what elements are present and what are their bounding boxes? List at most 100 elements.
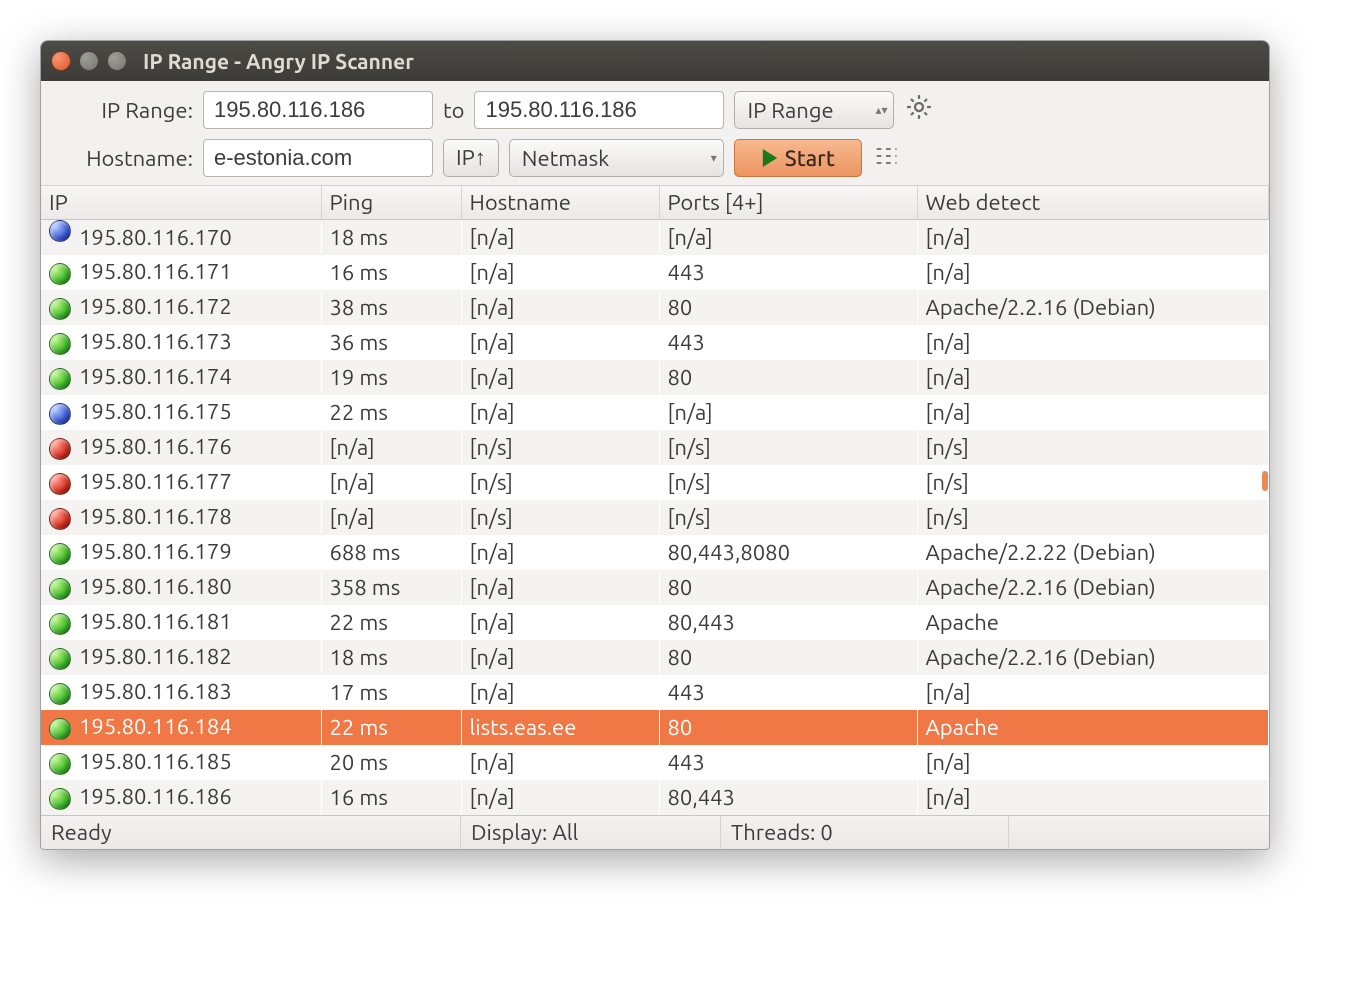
- table-row[interactable]: 195.80.116.18218 ms[n/a]80Apache/2.2.16 …: [41, 640, 1269, 675]
- table-row[interactable]: 195.80.116.18520 ms[n/a]443[n/a]: [41, 745, 1269, 780]
- cell-web: Apache/2.2.16 (Debian): [917, 570, 1269, 605]
- cell-ip: 195.80.116.183: [79, 679, 232, 704]
- cell-web: Apache: [917, 710, 1269, 745]
- table-row[interactable]: 195.80.116.17018 ms[n/a][n/a][n/a]: [41, 220, 1269, 255]
- feeder-select-label: IP Range: [747, 98, 833, 123]
- col-ping[interactable]: Ping: [321, 186, 461, 220]
- cell-hostname: [n/a]: [461, 780, 659, 815]
- chevron-down-icon: ▾: [711, 151, 717, 165]
- table-row[interactable]: 195.80.116.18422 mslists.eas.ee80Apache: [41, 710, 1269, 745]
- cell-ping: 22 ms: [321, 395, 461, 430]
- cell-ping: 16 ms: [321, 255, 461, 290]
- cell-ip: 195.80.116.181: [79, 609, 232, 634]
- cell-hostname: [n/a]: [461, 220, 659, 255]
- close-icon[interactable]: [51, 51, 71, 71]
- table-row[interactable]: 195.80.116.179688 ms[n/a]80,443,8080Apac…: [41, 535, 1269, 570]
- ip-from-input[interactable]: [203, 91, 433, 129]
- ip-up-button[interactable]: IP↑: [443, 139, 499, 177]
- cell-ip: 195.80.116.177: [79, 469, 232, 494]
- netmask-select-label: Netmask: [522, 146, 609, 171]
- table-row[interactable]: 195.80.116.18616 ms[n/a]80,443[n/a]: [41, 780, 1269, 815]
- ip-to-input[interactable]: [474, 91, 724, 129]
- netmask-select[interactable]: Netmask ▾: [509, 139, 724, 177]
- cell-ip: 195.80.116.173: [79, 329, 232, 354]
- status-red-icon: [49, 438, 71, 460]
- titlebar[interactable]: IP Range - Angry IP Scanner: [41, 41, 1269, 81]
- table-row[interactable]: 195.80.116.180358 ms[n/a]80Apache/2.2.16…: [41, 570, 1269, 605]
- cell-ping: 16 ms: [321, 780, 461, 815]
- table-row[interactable]: 195.80.116.178[n/a][n/s][n/s][n/s]: [41, 500, 1269, 535]
- maximize-icon[interactable]: [107, 51, 127, 71]
- cell-ping: 18 ms: [321, 220, 461, 255]
- cell-ip: 195.80.116.172: [79, 294, 232, 319]
- gear-icon[interactable]: [904, 92, 934, 128]
- cell-web: [n/a]: [917, 395, 1269, 430]
- cell-ports: 80,443,8080: [659, 535, 917, 570]
- cell-ip: 195.80.116.175: [79, 399, 232, 424]
- cell-ports: 80: [659, 640, 917, 675]
- table-row[interactable]: 195.80.116.17522 ms[n/a][n/a][n/a]: [41, 395, 1269, 430]
- cell-ports: [n/s]: [659, 500, 917, 535]
- cell-web: [n/a]: [917, 780, 1269, 815]
- cell-web: Apache/2.2.16 (Debian): [917, 640, 1269, 675]
- cell-ports: 443: [659, 255, 917, 290]
- status-display: Display: All: [461, 816, 721, 849]
- hostname-input[interactable]: [203, 139, 433, 177]
- cell-hostname: [n/a]: [461, 640, 659, 675]
- col-ports[interactable]: Ports [4+]: [659, 186, 917, 220]
- fetchers-icon[interactable]: [872, 142, 900, 175]
- cell-ip: 195.80.116.179: [79, 539, 232, 564]
- cell-hostname: [n/a]: [461, 745, 659, 780]
- cell-ports: 443: [659, 675, 917, 710]
- cell-web: [n/a]: [917, 675, 1269, 710]
- status-red-icon: [49, 473, 71, 495]
- cell-web: [n/a]: [917, 220, 1269, 255]
- minimize-icon[interactable]: [79, 51, 99, 71]
- scrollbar-thumb[interactable]: [1262, 471, 1268, 491]
- status-green-icon: [49, 578, 71, 600]
- cell-web: [n/s]: [917, 465, 1269, 500]
- cell-web: [n/a]: [917, 745, 1269, 780]
- cell-ip: 195.80.116.185: [79, 749, 232, 774]
- table-row[interactable]: 195.80.116.18122 ms[n/a]80,443Apache: [41, 605, 1269, 640]
- start-button[interactable]: Start: [734, 139, 862, 177]
- cell-ping: [n/a]: [321, 465, 461, 500]
- cell-web: Apache: [917, 605, 1269, 640]
- cell-ports: 443: [659, 745, 917, 780]
- cell-hostname: [n/s]: [461, 430, 659, 465]
- cell-ping: 22 ms: [321, 710, 461, 745]
- col-web[interactable]: Web detect: [917, 186, 1269, 220]
- cell-web: [n/s]: [917, 430, 1269, 465]
- cell-hostname: [n/s]: [461, 465, 659, 500]
- cell-ping: 18 ms: [321, 640, 461, 675]
- status-green-icon: [49, 753, 71, 775]
- feeder-select[interactable]: IP Range ▴▾: [734, 91, 894, 129]
- cell-ping: 38 ms: [321, 290, 461, 325]
- table-row[interactable]: 195.80.116.17336 ms[n/a]443[n/a]: [41, 325, 1269, 360]
- cell-ports: 80: [659, 290, 917, 325]
- cell-ip: 195.80.116.170: [79, 225, 232, 250]
- cell-ports: 80,443: [659, 780, 917, 815]
- col-ip[interactable]: IP: [41, 186, 321, 220]
- window-title: IP Range - Angry IP Scanner: [143, 49, 414, 73]
- status-green-icon: [49, 613, 71, 635]
- table-row[interactable]: 195.80.116.177[n/a][n/s][n/s][n/s]: [41, 465, 1269, 500]
- toolbar: IP Range: to IP Range ▴▾ Hostname: IP↑ N…: [41, 81, 1269, 186]
- results-table: IP Ping Hostname Ports [4+] Web detect 1…: [41, 186, 1269, 815]
- app-window: IP Range - Angry IP Scanner IP Range: to…: [40, 40, 1270, 850]
- table-row[interactable]: 195.80.116.17116 ms[n/a]443[n/a]: [41, 255, 1269, 290]
- table-row[interactable]: 195.80.116.17419 ms[n/a]80[n/a]: [41, 360, 1269, 395]
- cell-ports: 80,443: [659, 605, 917, 640]
- ip-range-label: IP Range:: [53, 98, 193, 123]
- cell-hostname: lists.eas.ee: [461, 710, 659, 745]
- cell-ports: 443: [659, 325, 917, 360]
- cell-web: [n/a]: [917, 325, 1269, 360]
- cell-ports: 80: [659, 710, 917, 745]
- status-green-icon: [49, 648, 71, 670]
- cell-ping: [n/a]: [321, 430, 461, 465]
- table-row[interactable]: 195.80.116.176[n/a][n/s][n/s][n/s]: [41, 430, 1269, 465]
- table-row[interactable]: 195.80.116.17238 ms[n/a]80Apache/2.2.16 …: [41, 290, 1269, 325]
- table-header-row[interactable]: IP Ping Hostname Ports [4+] Web detect: [41, 186, 1269, 220]
- col-hostname[interactable]: Hostname: [461, 186, 659, 220]
- table-row[interactable]: 195.80.116.18317 ms[n/a]443[n/a]: [41, 675, 1269, 710]
